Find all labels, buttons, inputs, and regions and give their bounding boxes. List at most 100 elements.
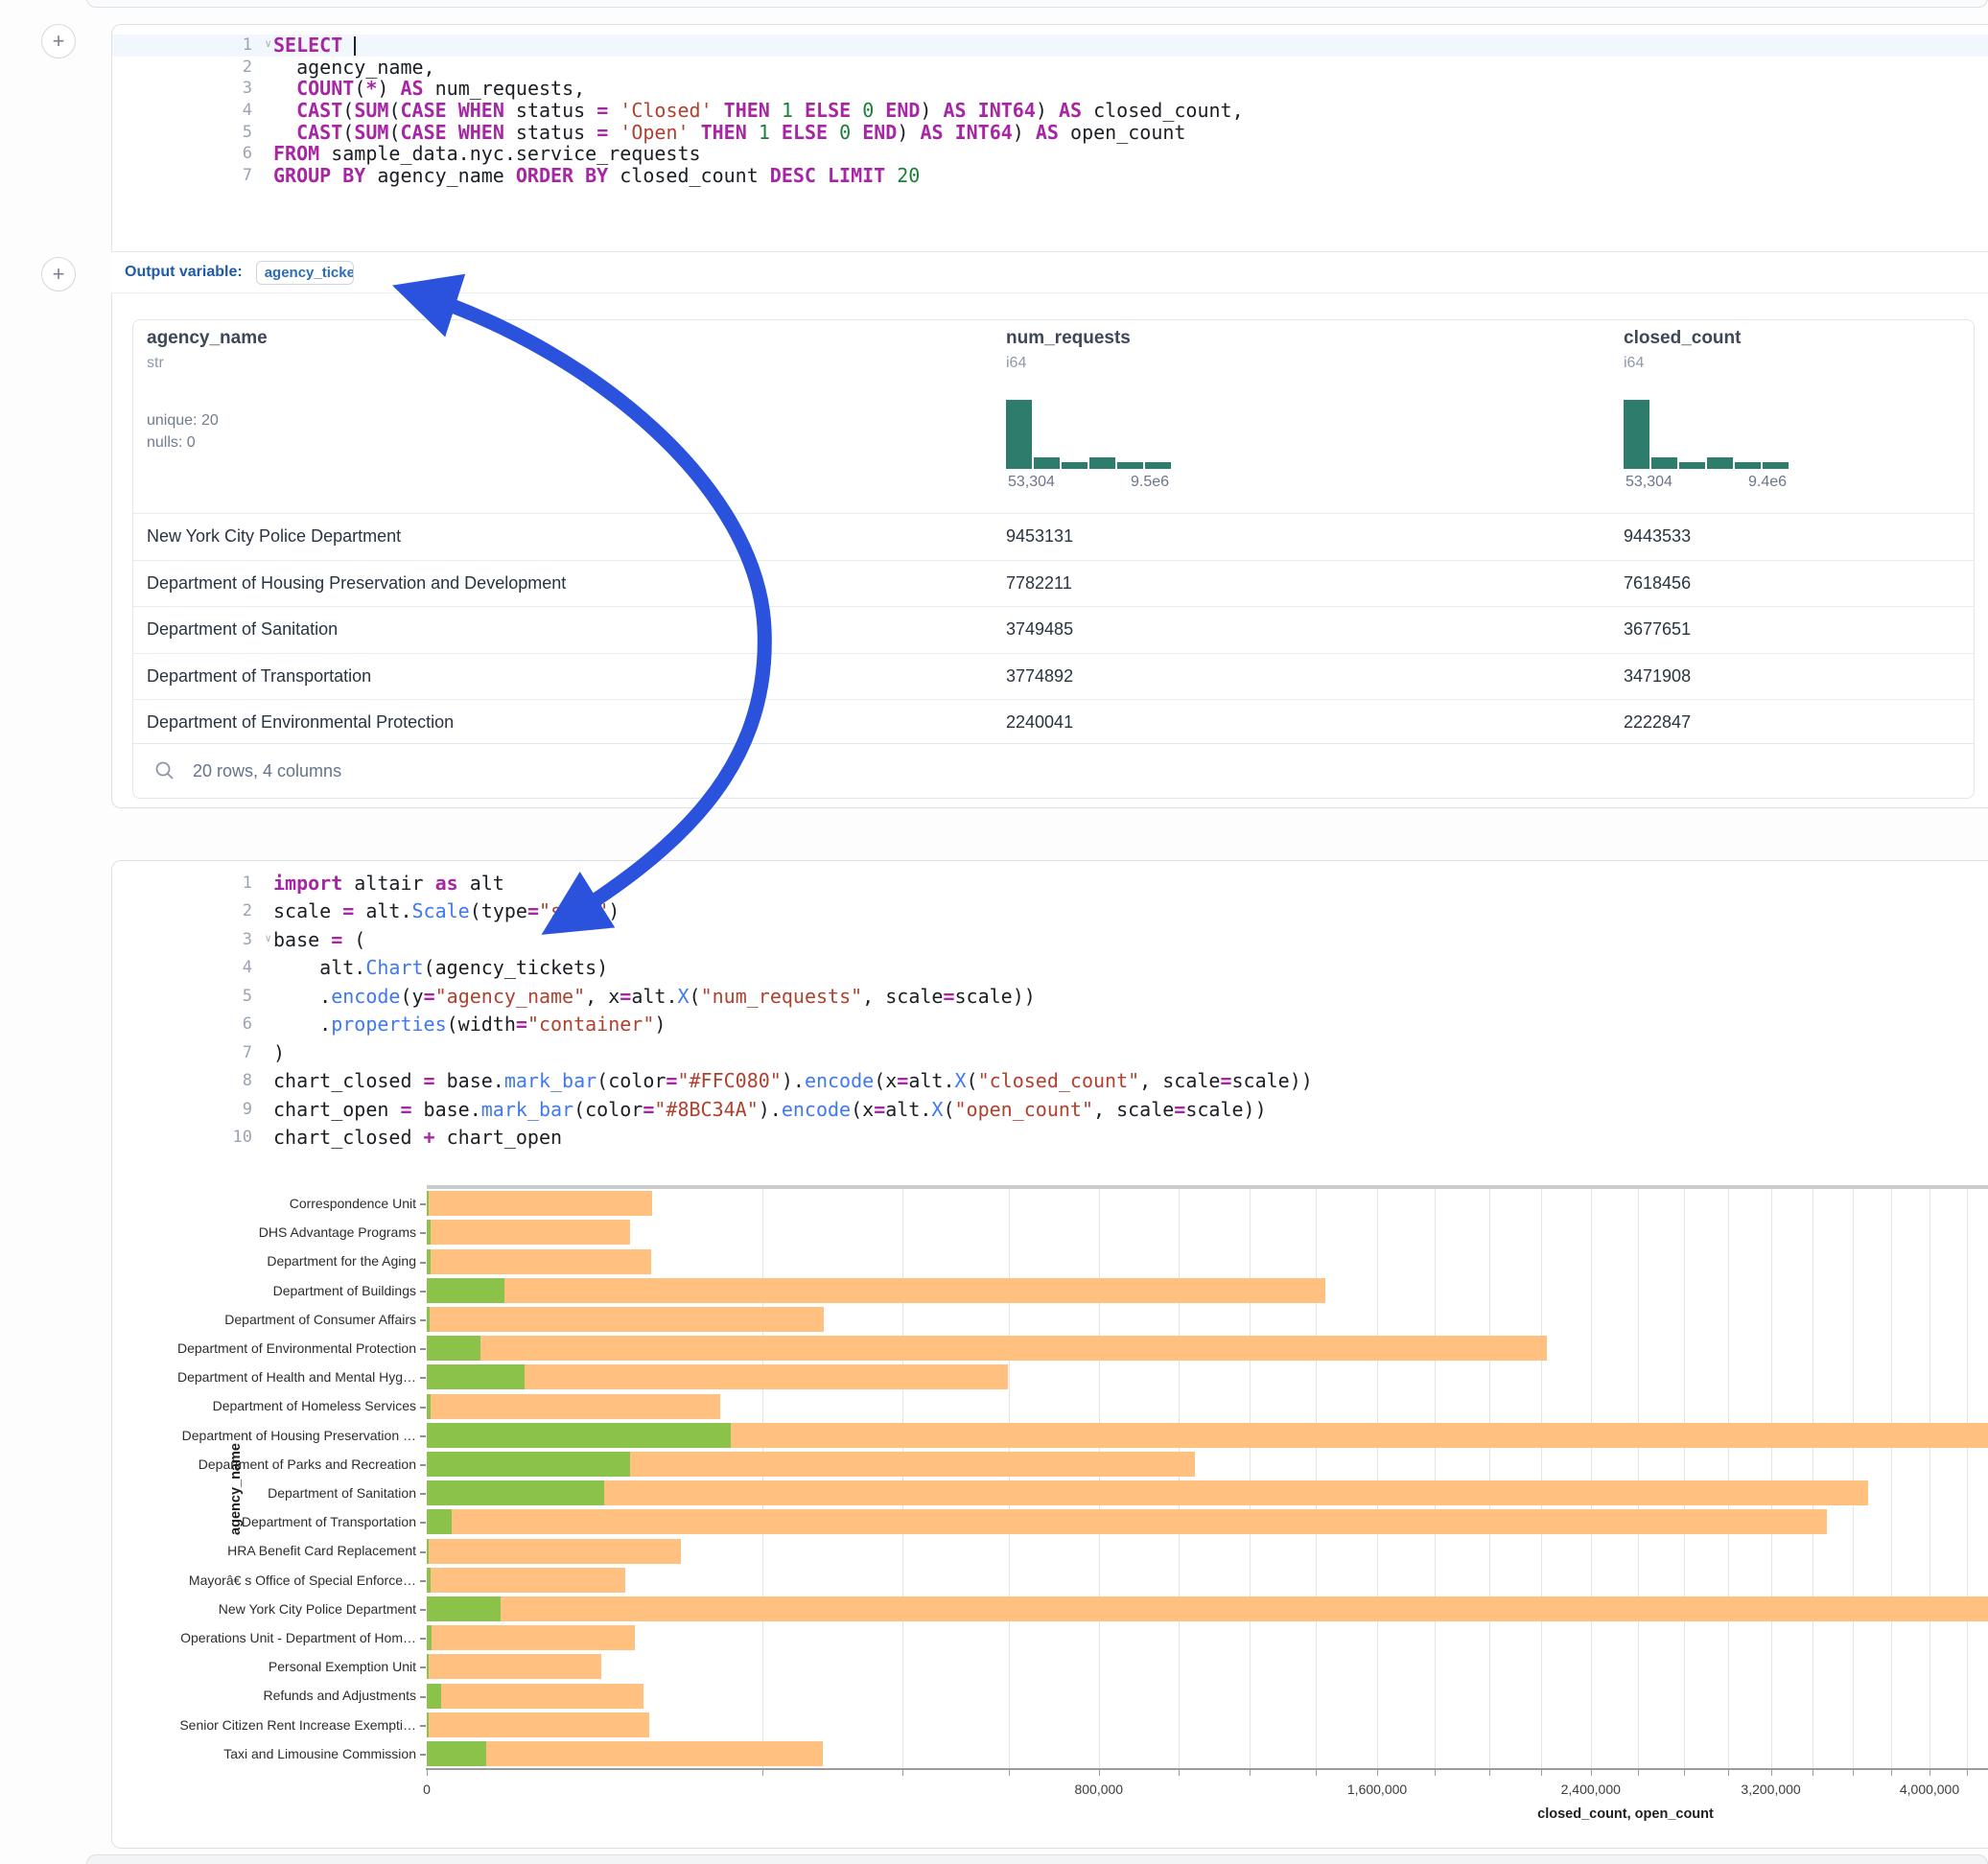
code-text: ) xyxy=(256,1041,285,1064)
line-number: 3 xyxy=(112,79,256,98)
code-line[interactable]: 6FROM sample_data.nyc.service_requests xyxy=(112,143,1988,165)
table-row[interactable]: New York City Police Department945313194… xyxy=(133,513,1974,560)
code-line[interactable]: 2scale = alt.Scale(type="sqrt") xyxy=(112,897,1988,926)
table-cell: 9443533 xyxy=(1624,526,1691,547)
closed_count-bar xyxy=(427,1394,720,1419)
code-line[interactable]: 5 .encode(y="agency_name", x=alt.X("num_… xyxy=(112,982,1988,1011)
histogram-bar xyxy=(1034,457,1060,469)
table-row[interactable]: Department of Housing Preservation and D… xyxy=(133,560,1974,607)
fold-chevron-icon[interactable]: ∨ xyxy=(265,932,271,944)
code-text: chart_closed = base.mark_bar(color="#FFC… xyxy=(256,1069,1313,1092)
code-line[interactable]: 3 COUNT(*) AS num_requests, xyxy=(112,78,1988,100)
y-axis-label: Department for the Aging xyxy=(144,1253,416,1269)
chart-top-edge xyxy=(427,1185,1988,1189)
y-tick xyxy=(420,1435,426,1437)
closed_count-bar xyxy=(427,1336,1547,1361)
code-text: chart_closed + chart_open xyxy=(256,1126,562,1149)
closed_count-bar xyxy=(427,1596,1988,1621)
y-tick xyxy=(420,1522,426,1524)
open_count-bar xyxy=(427,1713,429,1737)
histogram-max-label: 9.5e6 xyxy=(1131,474,1169,491)
open_count-bar xyxy=(427,1684,441,1709)
sql-editor[interactable]: 1∨SELECT 2 agency_name,3 COUNT(*) AS num… xyxy=(112,35,1988,186)
open_count-bar xyxy=(427,1249,431,1274)
gridline xyxy=(1853,1189,1854,1768)
code-text: scale = alt.Scale(type="sqrt") xyxy=(256,899,620,922)
table-cell: Department of Environmental Protection xyxy=(147,712,454,733)
gridline xyxy=(1771,1189,1772,1768)
code-line[interactable]: 5 CAST(SUM(CASE WHEN status = 'Open' THE… xyxy=(112,121,1988,143)
line-number: 6 xyxy=(112,144,256,163)
add-cell-button-top[interactable]: + xyxy=(41,24,76,58)
python-editor[interactable]: 1import altair as alt2scale = alt.Scale(… xyxy=(112,869,1988,1152)
line-number: 8 xyxy=(112,1071,256,1090)
open_count-bar xyxy=(427,1568,431,1593)
histogram-bar xyxy=(1117,462,1143,469)
y-axis-label: Department of Homeless Services xyxy=(144,1398,416,1413)
x-tick xyxy=(1853,1770,1854,1776)
y-tick xyxy=(420,1407,426,1409)
code-line[interactable]: 4 CAST(SUM(CASE WHEN status = 'Closed' T… xyxy=(112,100,1988,122)
closed_count-bar xyxy=(427,1509,1827,1534)
code-text: GROUP BY agency_name ORDER BY closed_cou… xyxy=(256,164,920,187)
x-tick xyxy=(1009,1770,1010,1776)
table-row[interactable]: Department of Sanitation37494853677651 xyxy=(133,606,1974,653)
table-cell: 2240041 xyxy=(1006,712,1073,733)
open_count-bar xyxy=(427,1596,501,1621)
code-text: alt.Chart(agency_tickets) xyxy=(256,956,608,979)
code-line[interactable]: 4 alt.Chart(agency_tickets) xyxy=(112,954,1988,983)
code-line[interactable]: 10chart_closed + chart_open xyxy=(112,1124,1988,1153)
line-number: 4 xyxy=(112,958,256,977)
code-text: import altair as alt xyxy=(256,872,504,895)
y-axis-label: Refunds and Adjustments xyxy=(144,1688,416,1703)
closed_count-bar xyxy=(427,1654,601,1679)
code-line[interactable]: 7GROUP BY agency_name ORDER BY closed_co… xyxy=(112,165,1988,187)
x-tick xyxy=(1684,1770,1685,1776)
code-line[interactable]: 8chart_closed = base.mark_bar(color="#FF… xyxy=(112,1067,1988,1096)
y-axis-label: Mayorâ€ s Office of Special Enforce… xyxy=(144,1573,416,1588)
previous-cell-edge xyxy=(86,0,1988,8)
column-header-agency_name[interactable]: agency_namestrunique: 20nulls: 0 xyxy=(147,320,492,513)
table-row[interactable]: Department of Environmental Protection 22… xyxy=(133,699,1974,746)
y-axis-label: Personal Exemption Unit xyxy=(144,1659,416,1674)
table-row[interactable]: Department of Transportation377489234719… xyxy=(133,653,1974,700)
y-axis-label: Department of Environmental Protection xyxy=(144,1340,416,1356)
y-axis-label: Taxi and Limousine Commission xyxy=(144,1746,416,1761)
output-variable-pill[interactable]: agency_tickets xyxy=(256,261,354,285)
fold-chevron-icon[interactable]: ∨ xyxy=(265,37,271,50)
y-tick xyxy=(420,1348,426,1350)
x-tick xyxy=(1316,1770,1317,1776)
output-variable-label: Output variable: xyxy=(125,264,243,281)
code-line[interactable]: 9chart_open = base.mark_bar(color="#8BC3… xyxy=(112,1095,1988,1124)
code-line[interactable]: 1∨SELECT xyxy=(112,35,1988,57)
column-header-closed_count[interactable]: closed_counti6453,3049.4e6 xyxy=(1624,320,1969,513)
code-line[interactable]: 3∨base = ( xyxy=(112,925,1988,954)
code-line[interactable]: 6 .properties(width="container") xyxy=(112,1011,1988,1039)
x-tick xyxy=(1591,1770,1592,1776)
x-axis-label: 1,600,000 xyxy=(1347,1782,1407,1797)
x-tick xyxy=(427,1770,428,1776)
line-number: 1∨ xyxy=(112,35,256,55)
add-cell-button-output[interactable]: + xyxy=(41,257,76,291)
closed_count-bar xyxy=(427,1713,649,1737)
gridline xyxy=(1638,1189,1639,1768)
y-axis-label: New York City Police Department xyxy=(144,1601,416,1617)
table-cell: 7618456 xyxy=(1624,573,1691,594)
code-line[interactable]: 2 agency_name, xyxy=(112,57,1988,79)
column-name: closed_count xyxy=(1624,328,1969,349)
table-cell: Department of Sanitation xyxy=(147,619,338,640)
search-icon[interactable] xyxy=(154,760,175,781)
code-line[interactable]: 7) xyxy=(112,1038,1988,1067)
chart-y-axis-title: agency_name xyxy=(228,1427,244,1551)
column-type: i64 xyxy=(1006,355,1351,372)
open_count-bar xyxy=(427,1452,630,1477)
table-cell: 3749485 xyxy=(1006,619,1073,640)
code-text: agency_name, xyxy=(256,56,435,79)
gridline xyxy=(1967,1189,1968,1768)
gridline xyxy=(1435,1189,1436,1768)
code-line[interactable]: 1import altair as alt xyxy=(112,869,1988,897)
column-header-num_requests[interactable]: num_requestsi6453,3049.5e6 xyxy=(1006,320,1351,513)
open_count-bar xyxy=(427,1741,486,1766)
closed_count-bar xyxy=(427,1278,1325,1303)
closed_count-bar xyxy=(427,1307,824,1332)
